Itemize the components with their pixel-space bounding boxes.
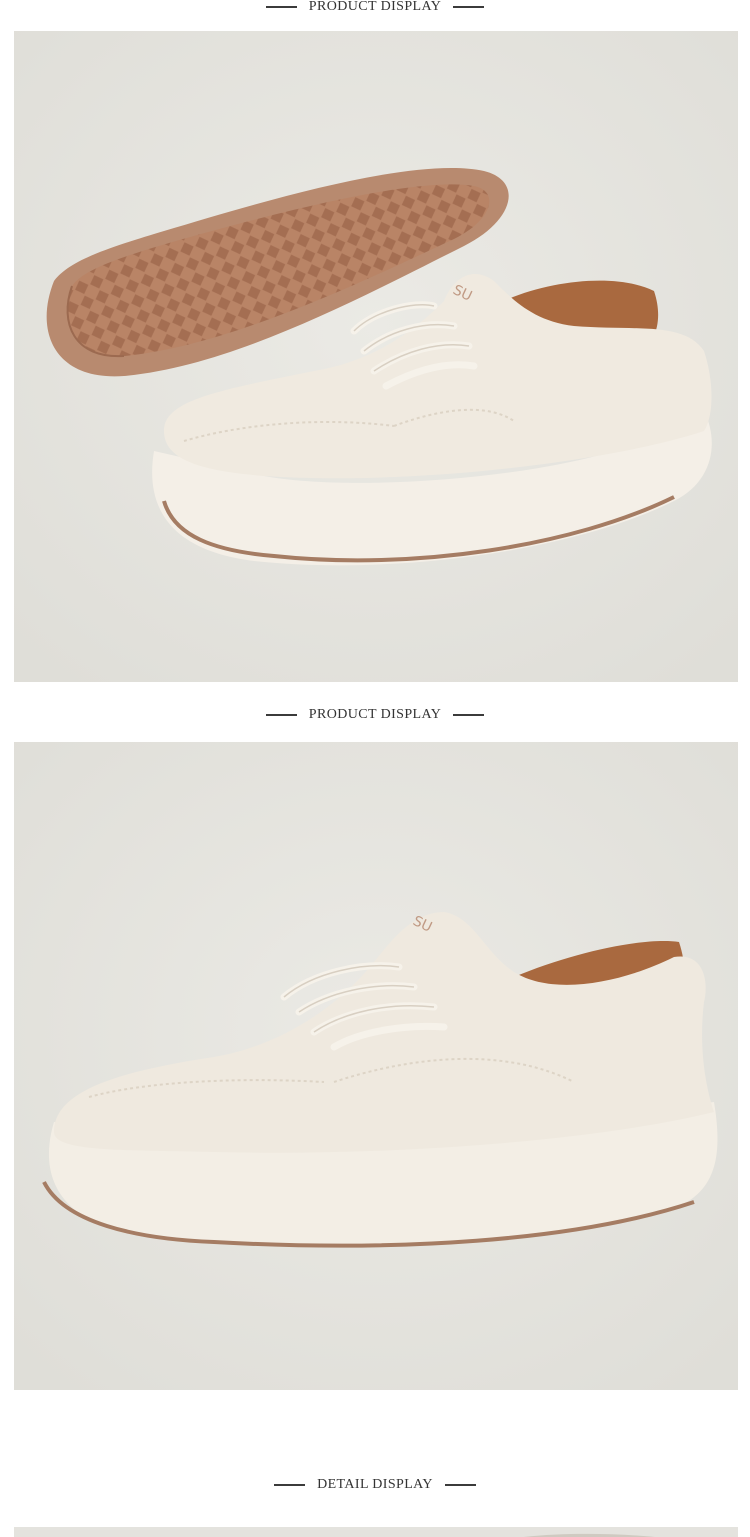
title-divider-right xyxy=(453,714,485,716)
detail-photo-image xyxy=(14,1532,738,1537)
product-detail-page: PRODUCT DISPLAY SU PRODUCT DISPLAY SU DE… xyxy=(0,0,750,1537)
title-divider-left xyxy=(274,1484,306,1486)
title-divider-left xyxy=(265,714,297,716)
detail-photo xyxy=(14,1527,738,1537)
title-divider-right xyxy=(453,6,485,8)
section-title-label: DETAIL DISPLAY xyxy=(317,1477,433,1492)
section-title-product-display-1: PRODUCT DISPLAY xyxy=(0,0,750,16)
product-photo-1: SU xyxy=(14,31,738,682)
section-title-product-display-2: PRODUCT DISPLAY xyxy=(0,706,750,724)
product-photo-2: SU xyxy=(14,742,738,1390)
shoe-side-view-image: SU xyxy=(14,742,738,1390)
title-divider-left xyxy=(265,6,297,8)
title-divider-right xyxy=(444,1484,476,1486)
section-title-label: PRODUCT DISPLAY xyxy=(308,707,442,722)
shoe-with-outsole-image: SU xyxy=(14,31,738,682)
section-title-label: PRODUCT DISPLAY xyxy=(308,0,442,14)
section-title-detail-display: DETAIL DISPLAY xyxy=(0,1476,750,1494)
